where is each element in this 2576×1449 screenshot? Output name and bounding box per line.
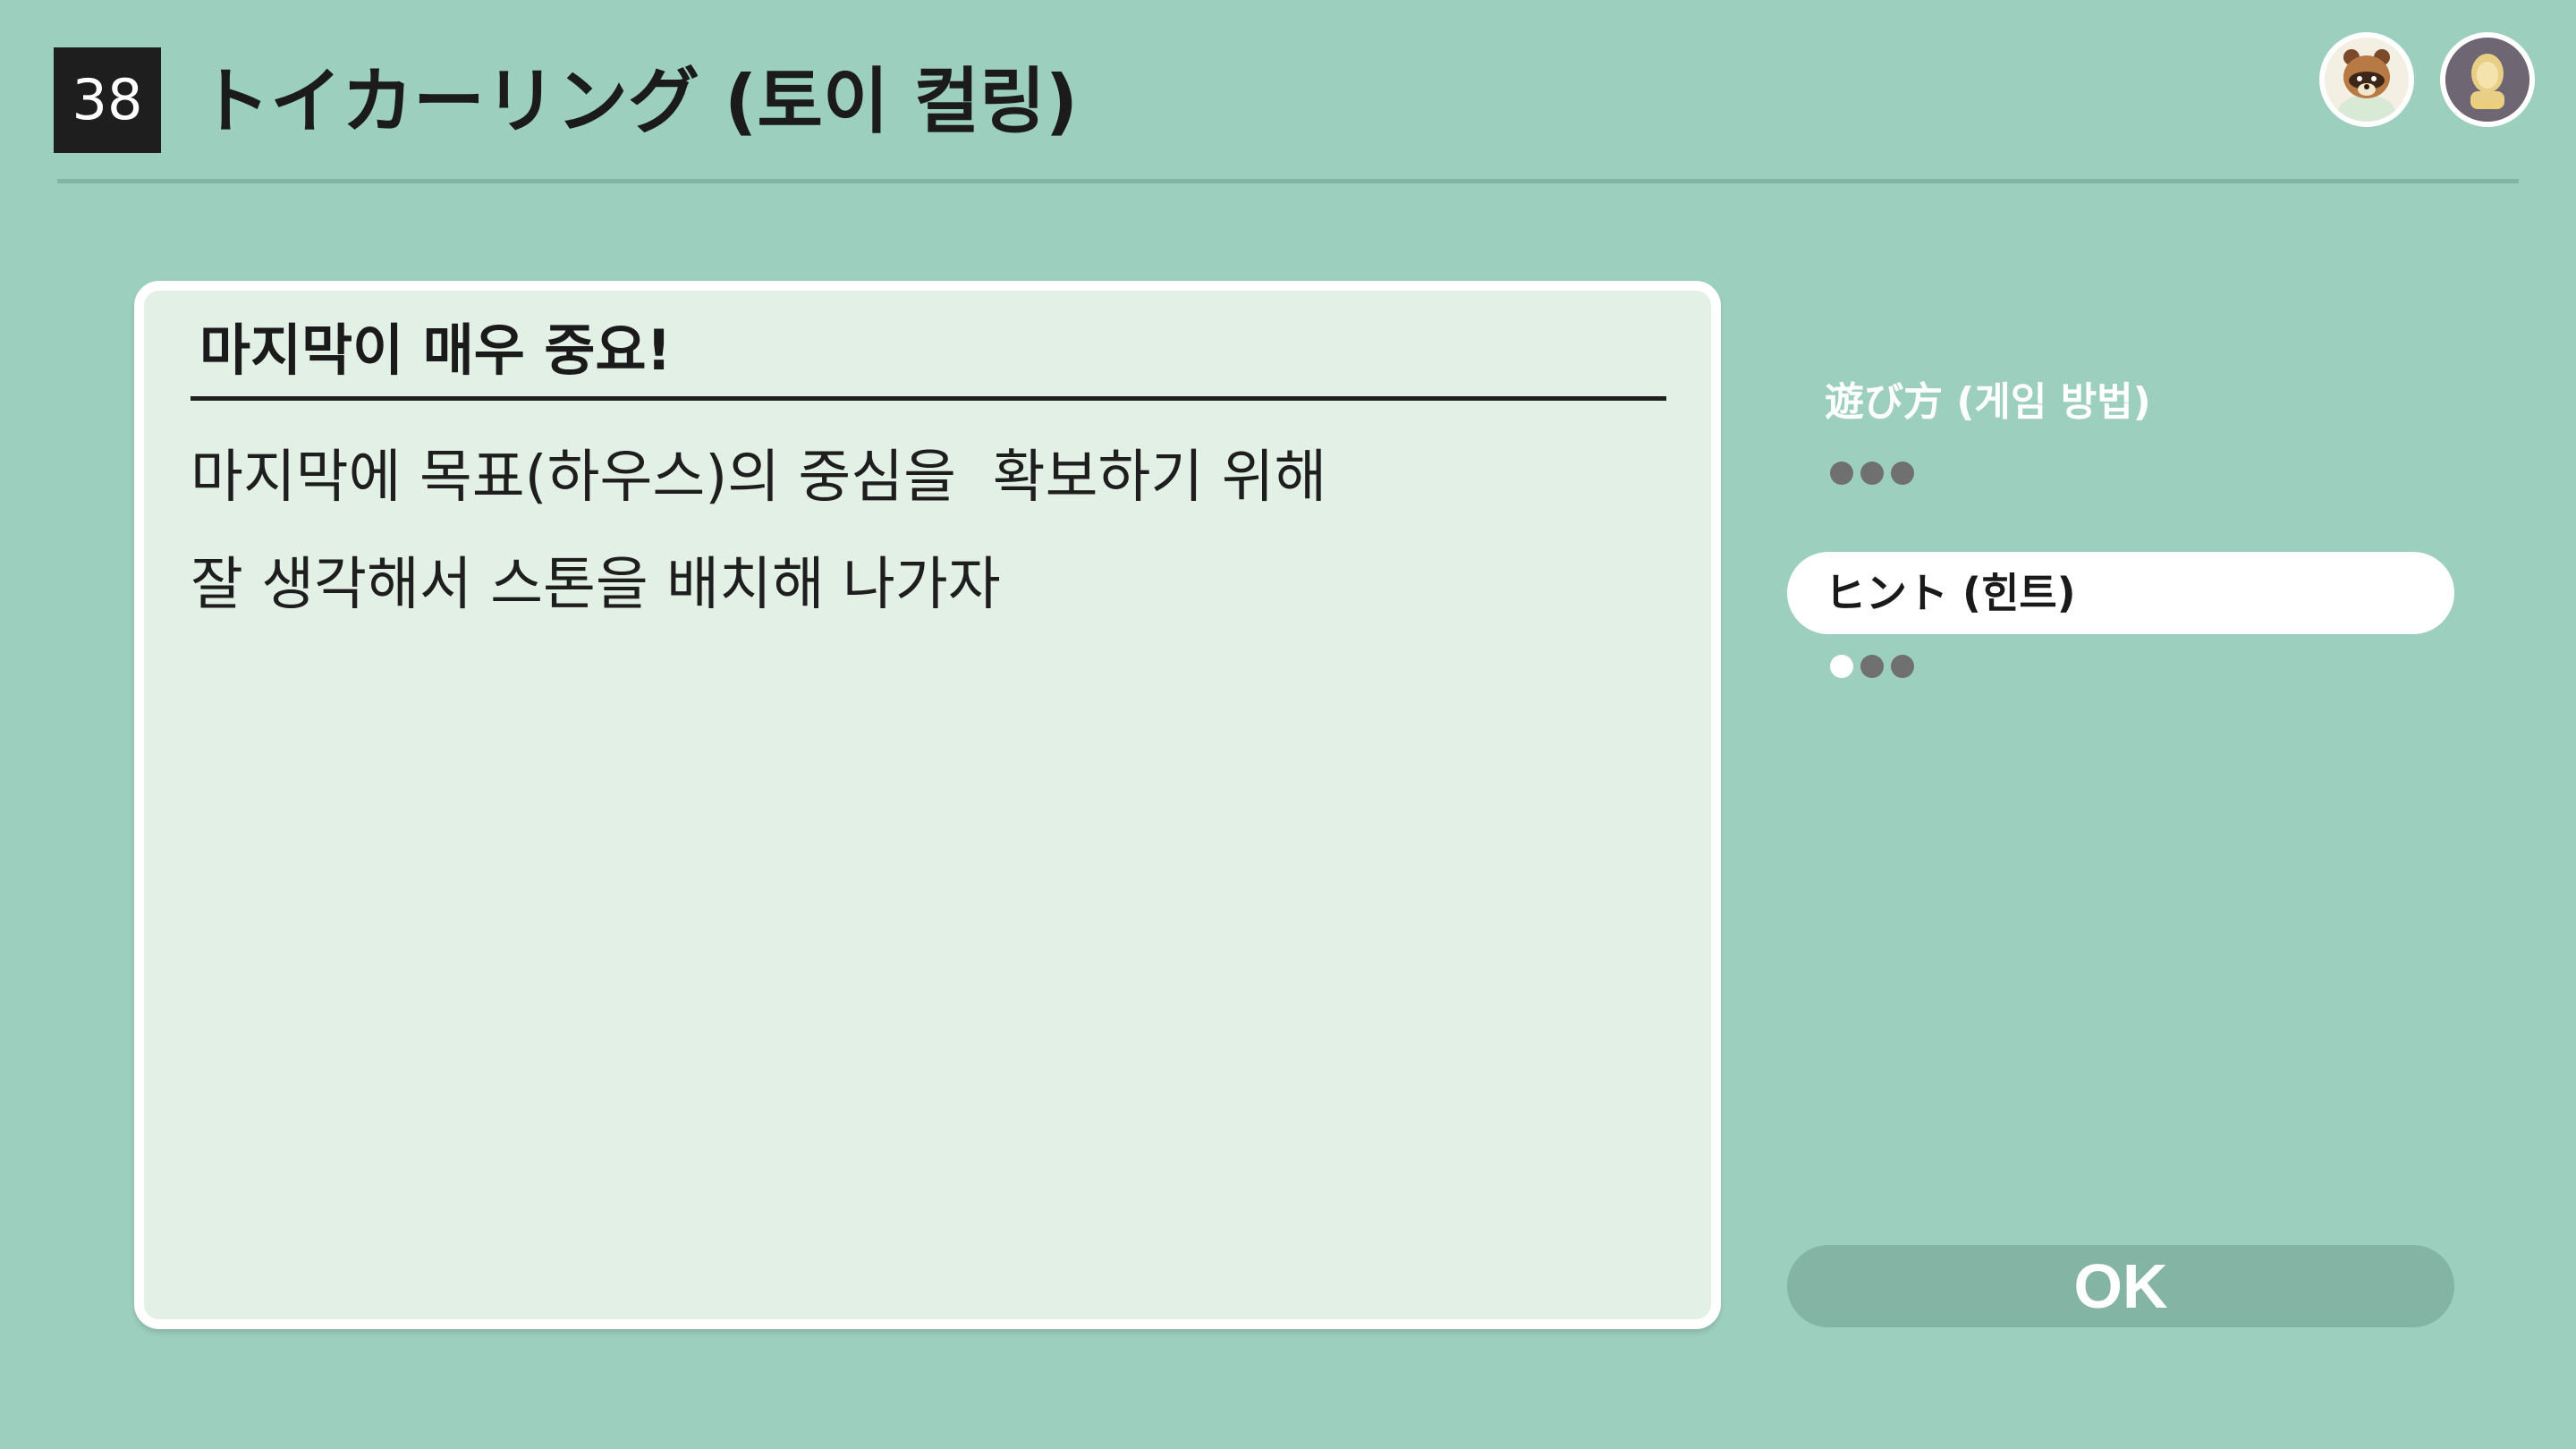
hint-panel: 마지막이 매우 중요! 마지막에 목표(하우스)의 중심을 확보하기 위해 잘 … bbox=[134, 281, 1721, 1329]
menu-item-how-to-play[interactable]: 遊び方 (게임 방법) bbox=[1789, 367, 2451, 438]
panel-text-line: 마지막에 목표(하우스)의 중심을 확보하기 위해 bbox=[191, 445, 1327, 511]
page-dot bbox=[1860, 655, 1884, 678]
game-number-badge: 38 bbox=[54, 47, 161, 153]
player-silhouette-icon: ★★★★ bbox=[2445, 38, 2529, 122]
page-dot bbox=[1830, 462, 1853, 485]
panel-heading: 마지막이 매우 중요! bbox=[199, 318, 672, 383]
menu-item-label: ヒント (힌트) bbox=[1825, 569, 2076, 617]
ok-button[interactable]: OK bbox=[1787, 1245, 2454, 1327]
player-avatar[interactable]: ★★★★ bbox=[2440, 32, 2535, 127]
menu-item-hint[interactable]: ヒント (힌트) bbox=[1787, 552, 2454, 634]
page-dot-active bbox=[1830, 655, 1853, 678]
page-dot bbox=[1860, 462, 1884, 485]
panel-text-line: 잘 생각해서 스톤을 배치해 나가자 bbox=[191, 552, 1001, 618]
svg-text:★★★★: ★★★★ bbox=[2473, 102, 2502, 111]
page-dot bbox=[1891, 655, 1914, 678]
raccoon-icon bbox=[2325, 38, 2409, 122]
menu-item-label: 遊び方 (게임 방법) bbox=[1825, 379, 2151, 425]
panel-divider bbox=[191, 396, 1666, 401]
tom-nook-avatar[interactable] bbox=[2319, 32, 2414, 127]
page-dot bbox=[1891, 462, 1914, 485]
header-divider bbox=[57, 179, 2519, 183]
page-title: トイカーリング (토이 컬링) bbox=[199, 60, 1079, 143]
